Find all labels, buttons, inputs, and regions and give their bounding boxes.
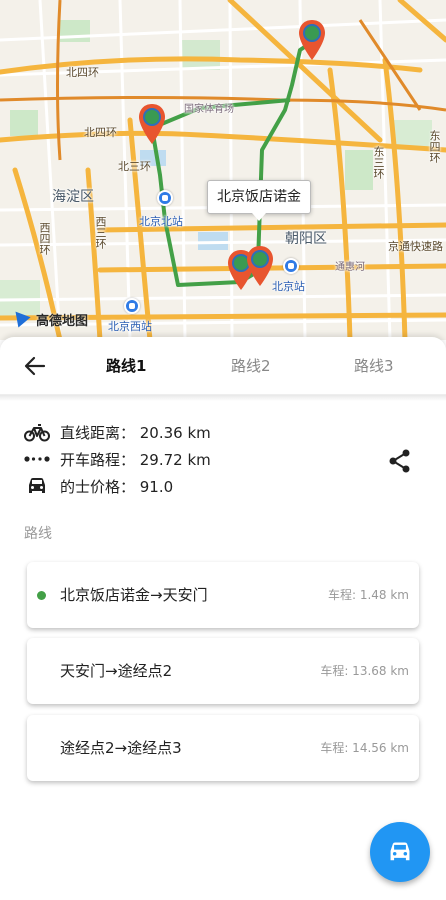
route-segment-text: 途经点2→途经点3: [60, 739, 182, 757]
map-label-xisanhuan: 西三环: [94, 216, 107, 249]
car-icon: [24, 475, 50, 497]
straight-distance-row: 直线距离： 20.36 km: [24, 421, 211, 443]
map-label-dongsihuan: 东四环: [428, 130, 441, 163]
map-pin-icon[interactable]: [297, 18, 327, 62]
car-icon: [390, 842, 410, 861]
map-callout[interactable]: 北京饭店诺金: [207, 180, 311, 221]
map-pin-icon[interactable]: [245, 244, 275, 288]
taxi-price-row: 的士价格： 91.0: [24, 475, 173, 497]
dotted-route-icon: [24, 448, 50, 470]
taxi-price-text: 的士价格： 91.0: [60, 477, 174, 496]
map-label-tonghui: 通惠河: [335, 262, 365, 273]
route-segment-card[interactable]: 途经点2→途经点3 车程: 14.56 km: [27, 715, 419, 781]
route-segment-text: 北京饭店诺金→天安门: [60, 586, 208, 604]
station-icon[interactable]: [157, 190, 173, 206]
route-segment-text: 天安门→途经点2: [60, 662, 173, 680]
map-label-beijing-station: 北京站: [272, 280, 305, 293]
section-title: 路线: [24, 526, 52, 542]
map-label-chaoyang: 朝阳区: [285, 231, 327, 247]
tab-route-3[interactable]: 路线3: [354, 355, 394, 376]
map-view[interactable]: 北四环 北四环 北三环 海淀区 朝阳区 西四环 西三环 东三环 东四环 京通快速…: [0, 0, 446, 340]
map-pin-icon[interactable]: [137, 102, 167, 146]
map-label-beisihuan: 北四环: [66, 66, 99, 79]
tab-route-2[interactable]: 路线2: [231, 355, 271, 376]
route-segment-card[interactable]: 天安门→途经点2 车程: 13.68 km: [27, 638, 419, 704]
map-label-dongsanhuan: 东三环: [372, 146, 385, 179]
map-label-haidian: 海淀区: [52, 189, 94, 205]
drive-distance-text: 开车路程： 29.72 km: [60, 450, 211, 469]
map-label-xisihuan: 西四环: [38, 222, 51, 255]
map-label-beijing-north: 北京北站: [139, 215, 183, 228]
amap-logo: 高德地图: [36, 314, 89, 329]
route-segment-distance: 车程: 13.68 km: [320, 664, 409, 678]
arrow-left-icon[interactable]: [22, 353, 48, 379]
route-tabs: 路线1 路线2 路线3: [0, 337, 446, 395]
straight-distance-text: 直线距离： 20.36 km: [60, 423, 211, 442]
drive-distance-row: 开车路程： 29.72 km: [24, 448, 211, 470]
station-icon[interactable]: [283, 258, 299, 274]
active-dot: [37, 591, 46, 600]
route-segment-card[interactable]: 北京饭店诺金→天安门 车程: 1.48 km: [27, 562, 419, 628]
map-label-beisanhuan: 北三环: [118, 160, 151, 173]
navigate-car-button[interactable]: [370, 822, 430, 882]
tab-divider: [0, 395, 446, 401]
route-segment-distance: 车程: 14.56 km: [320, 741, 409, 755]
route-panel: 路线1 路线2 路线3 直线距离： 20.36 km 开车路程： 29.72 k…: [0, 337, 446, 900]
map-label-jingtong: 京通快速路: [388, 240, 443, 253]
share-icon[interactable]: [386, 447, 414, 475]
route-segment-distance: 车程: 1.48 km: [327, 588, 409, 602]
map-label-beijing-west: 北京西站: [108, 320, 152, 333]
tab-route-1[interactable]: 路线1: [106, 355, 146, 376]
bicycle-icon: [24, 421, 50, 443]
map-label-beisihuan-2: 北四环: [84, 126, 117, 139]
map-label-guojia: 国家体育场: [184, 104, 234, 115]
station-icon[interactable]: [124, 298, 140, 314]
